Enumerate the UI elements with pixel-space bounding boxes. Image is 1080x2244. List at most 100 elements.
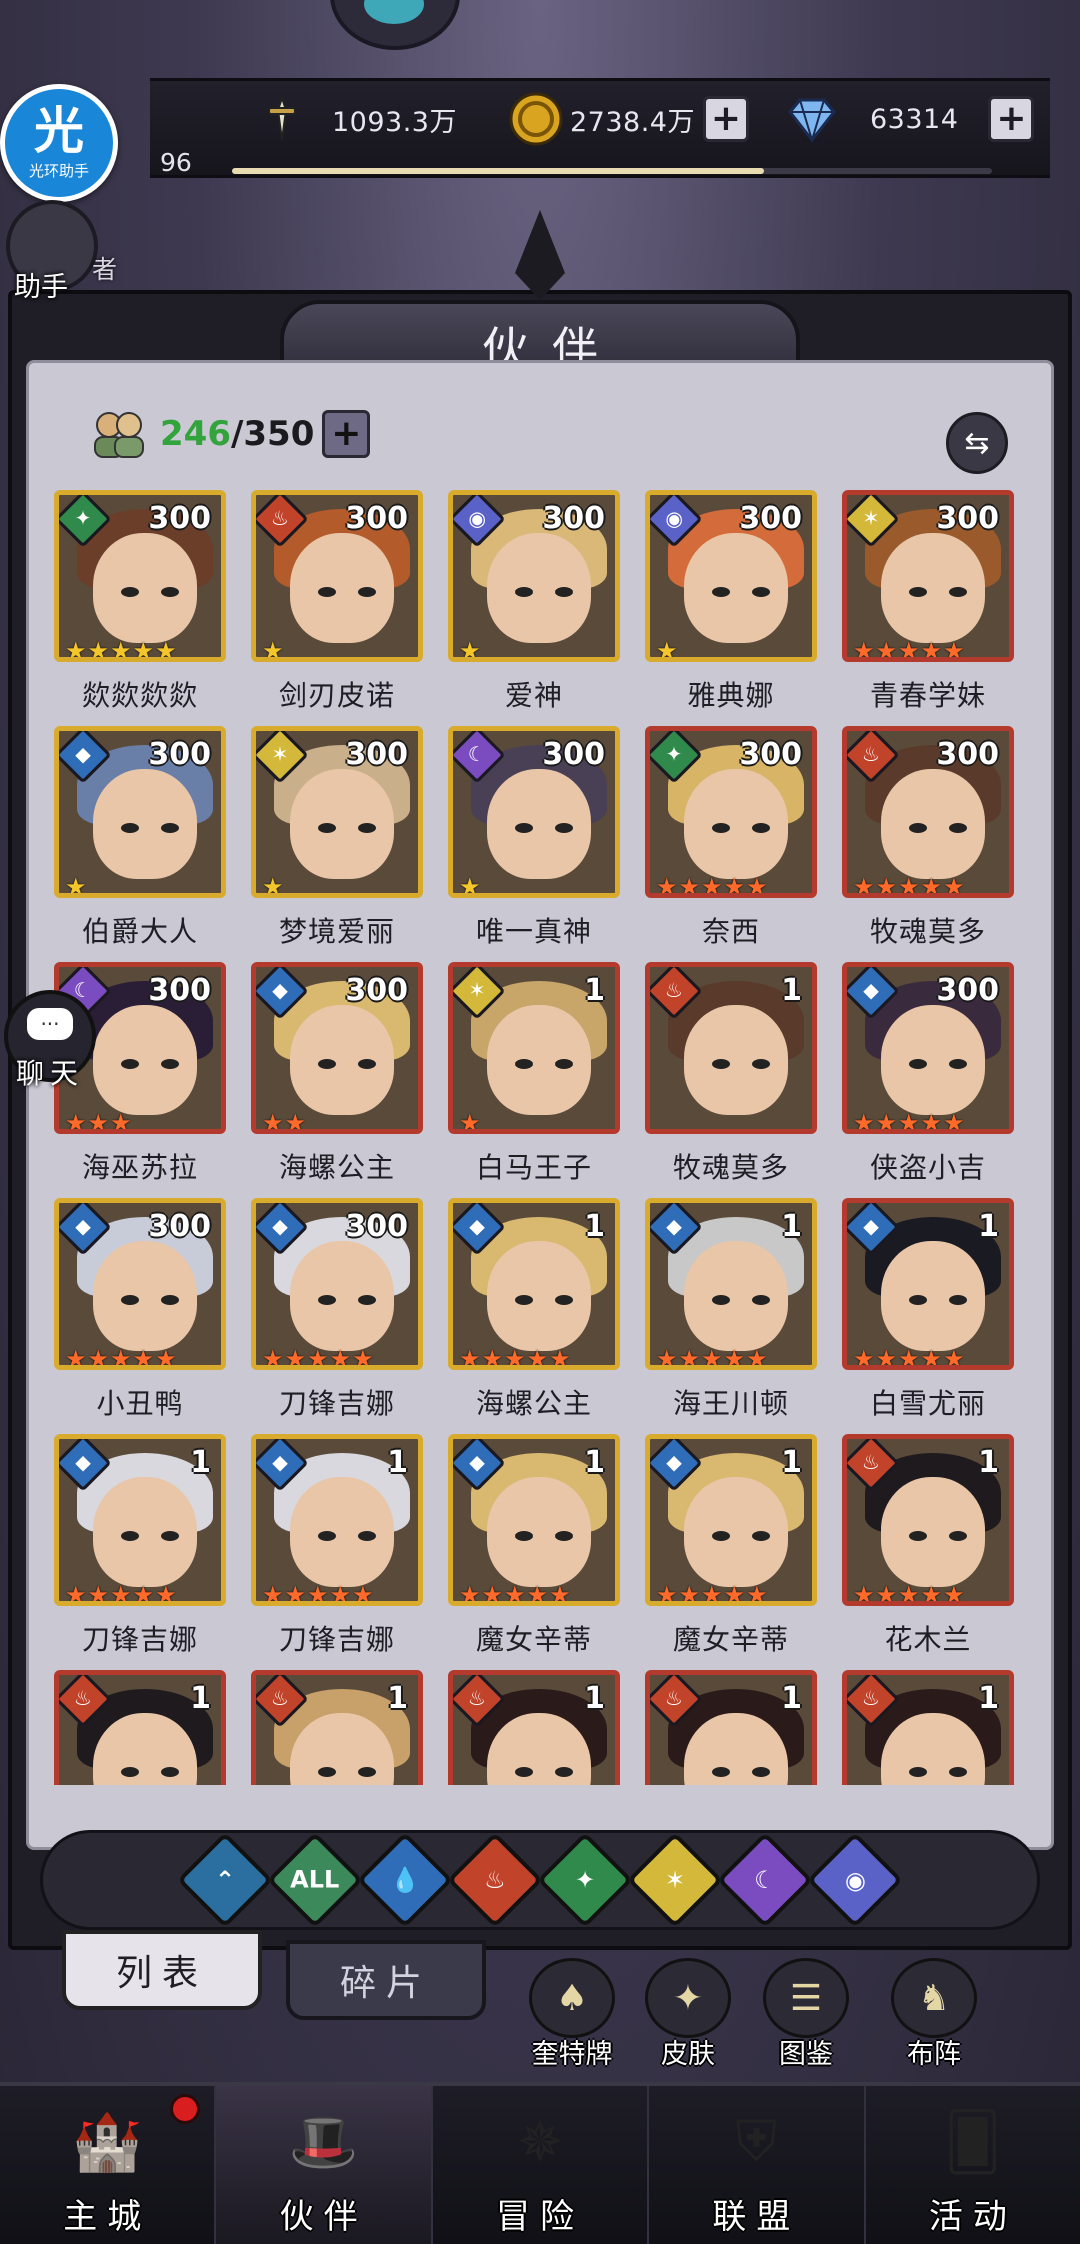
partner-card[interactable]: ◆ 1 ★ ★ ★ ★ ★ 魔女辛蒂 [444, 1434, 620, 1670]
nav-shield[interactable]: ⛨ 联盟 [649, 2086, 866, 2244]
portrait-eye [358, 587, 376, 597]
star-rating: ★ ★ ★ ★ ★ [262, 1583, 374, 1601]
partner-portrait: ♨ 1 [54, 1670, 226, 1785]
partner-card[interactable]: ◆ 300 ★ ★ ★ ★ ★ 侠盗小吉 [838, 962, 1014, 1198]
partner-card[interactable]: ◆ 300 ★ 伯爵大人 [50, 726, 226, 962]
partner-card[interactable]: ☾ 300 ★ 唯一真神 [444, 726, 620, 962]
star-icon: ★ [155, 1345, 177, 1370]
portrait-eye [712, 1767, 730, 1777]
partner-level: 1 [190, 1681, 211, 1716]
nav-cards[interactable]: 🂠 活动 [866, 2086, 1080, 2244]
partner-card[interactable]: ◉ 300 ★ 爱神 [444, 490, 620, 726]
partner-card[interactable]: ◆ 1 ★ ★ ★ ★ ★ 海王川顿 [641, 1198, 817, 1434]
shortcut-formation[interactable]: ♞ 布阵 [879, 1958, 989, 2070]
filter-water-button[interactable]: 💧 [356, 1831, 454, 1929]
partner-card[interactable]: ♨ 1 ★ ★ ★ ★ ★ 花木兰 [838, 1434, 1014, 1670]
element-glyph: ◆ [863, 1215, 879, 1239]
partner-card[interactable]: ♨ 1 [50, 1670, 226, 1785]
partner-count-current: 246 [160, 414, 231, 454]
portrait-eye [358, 1531, 376, 1541]
partner-card[interactable]: ◆ 1 ★ ★ ★ ★ ★ 刀锋吉娜 [50, 1434, 226, 1670]
partner-card[interactable]: ✶ 300 ★ ★ ★ ★ ★ 青春学妹 [838, 490, 1014, 726]
star-icon: ★ [459, 873, 481, 898]
partner-card[interactable]: ✶ 300 ★ 梦境爱丽 [247, 726, 423, 962]
partner-portrait: ♨ 1 [842, 1670, 1014, 1785]
partner-card[interactable]: ◆ 1 ★ ★ ★ ★ ★ 刀锋吉娜 [247, 1434, 423, 1670]
card-deck-icon: ♠ [529, 1958, 615, 2038]
tab-list[interactable]: 列表 [62, 1930, 262, 2010]
filter-light-button[interactable]: ✶ [626, 1831, 724, 1929]
gold-coin-icon [508, 91, 564, 147]
guanghuan-assistant-badge[interactable]: 光 光环助手 [0, 84, 118, 202]
element-glyph: ◆ [272, 979, 288, 1003]
shortcut-skin[interactable]: ✦ 皮肤 [633, 1958, 743, 2070]
nav-castle[interactable]: 🏰 主城 [0, 2086, 217, 2244]
filter-earth-button[interactable]: ✦ [536, 1831, 634, 1929]
element-glyph: ♨ [861, 743, 881, 767]
portrait-face [93, 1477, 197, 1587]
nav-label: 联盟 [712, 2197, 801, 2237]
star-icon: ★ [87, 637, 110, 662]
partner-card[interactable]: ♨ 1 [444, 1670, 620, 1785]
add-diamond-button[interactable]: + [988, 96, 1035, 142]
partner-card[interactable]: ◆ 300 ★ ★ ★ ★ ★ 小丑鸭 [50, 1198, 226, 1434]
partner-card[interactable]: ♨ 1 [641, 1670, 817, 1785]
partner-card[interactable]: ◆ 1 ★ ★ ★ ★ ★ 魔女辛蒂 [641, 1434, 817, 1670]
partner-card[interactable]: ♨ 1 [247, 1670, 423, 1785]
partner-card[interactable]: ◆ 300 ★ ★ 海螺公主 [247, 962, 423, 1198]
portrait-face [684, 1477, 788, 1587]
filter-dark-button[interactable]: ☾ [716, 1831, 814, 1929]
star-icon: ★ [853, 637, 875, 662]
expand-capacity-button[interactable]: + [322, 410, 371, 458]
partner-grid-scroll[interactable]: ✦ 300 ★ ★ ★ ★ ★ 欻欻欻欻 ♨ 300 ★ 剑刃皮诺 ◉ 300 ★ 爱神 ◉ 300 ★ 雅典娜 ✶ 30… [50, 490, 1030, 1785]
shortcut-codex[interactable]: ☰ 图鉴 [751, 1958, 861, 2070]
guanghuan-logo-text: 光环助手 [28, 161, 89, 180]
fire-filter-icon: ♨ [484, 1865, 506, 1894]
partner-portrait: ♨ 1 [645, 1670, 817, 1785]
star-icon: ★ [723, 1581, 746, 1606]
filter-all-button[interactable]: ALL [266, 1831, 364, 1929]
star-icon: ★ [87, 1109, 110, 1134]
filter-top-button[interactable]: ⌃ [176, 1831, 274, 1929]
filter-fire-button[interactable]: ♨ [446, 1831, 544, 1929]
partner-count-total: /350 [230, 414, 315, 454]
partner-card[interactable]: ♨ 1 牧魂莫多 [641, 962, 817, 1198]
portrait-face [93, 1005, 197, 1115]
partner-portrait: ☾ 300 ★ [448, 726, 620, 898]
partner-level: 300 [936, 501, 999, 536]
star-icon: ★ [898, 637, 920, 662]
partner-level: 1 [781, 1681, 802, 1716]
partner-card[interactable]: ♨ 1 [838, 1670, 1014, 1785]
dark-filter-icon: ☾ [754, 1865, 776, 1894]
skin-icon: ✦ [645, 1958, 731, 2038]
exp-bar-fill [232, 168, 764, 174]
portrait-eye [161, 1295, 179, 1305]
partner-card[interactable]: ✦ 300 ★ ★ ★ ★ ★ 奈西 [641, 726, 817, 962]
star-icon: ★ [746, 1581, 768, 1606]
partner-card[interactable]: ✦ 300 ★ ★ ★ ★ ★ 欻欻欻欻 [50, 490, 226, 726]
add-gold-button[interactable]: + [702, 96, 749, 142]
partner-card[interactable]: ◆ 300 ★ ★ ★ ★ ★ 刀锋吉娜 [247, 1198, 423, 1434]
sort-toggle-button[interactable]: ⇆ [946, 412, 1008, 474]
partner-card[interactable]: ♨ 300 ★ 剑刃皮诺 [247, 490, 423, 726]
portrait-eye [949, 1295, 967, 1305]
star-icon: ★ [656, 1581, 678, 1606]
portrait-eye [318, 587, 336, 597]
nav-wizard-hat[interactable]: 🎩 伙伴 [216, 2086, 433, 2244]
partner-card[interactable]: ♨ 300 ★ ★ ★ ★ ★ 牧魂莫多 [838, 726, 1014, 962]
filter-cosmic-button[interactable]: ◉ [806, 1831, 904, 1929]
partner-name: 欻欻欻欻 [81, 679, 198, 712]
portrait-eye [555, 587, 573, 597]
partner-card[interactable]: ◆ 1 ★ ★ ★ ★ ★ 白雪尤丽 [838, 1198, 1014, 1434]
tab-fragments[interactable]: 碎片 [286, 1940, 486, 2020]
partner-name: 海螺公主 [475, 1387, 592, 1420]
element-glyph: ♨ [73, 1687, 93, 1711]
partner-card[interactable]: ✶ 1 ★ 白马王子 [444, 962, 620, 1198]
partner-level: 300 [148, 973, 211, 1008]
portrait-face [487, 1005, 591, 1115]
portrait-eye [949, 1059, 967, 1069]
nav-compass[interactable]: ✵ 冒险 [433, 2086, 650, 2244]
shortcut-card-deck[interactable]: ♠ 奎特牌 [517, 1958, 627, 2070]
partner-card[interactable]: ◆ 1 ★ ★ ★ ★ ★ 海螺公主 [444, 1198, 620, 1434]
partner-card[interactable]: ◉ 300 ★ 雅典娜 [641, 490, 817, 726]
